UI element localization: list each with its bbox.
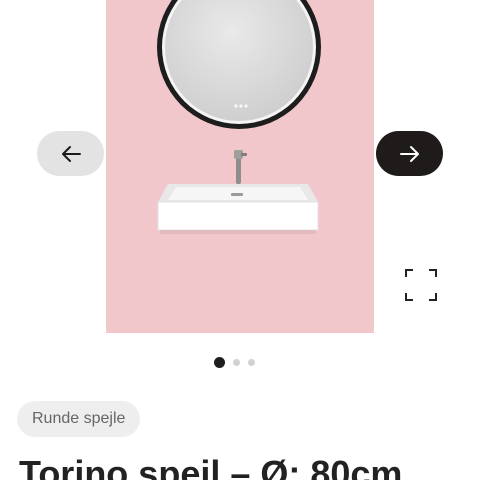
slide-dot-3[interactable] xyxy=(248,358,255,366)
product-title: Torino spejl – Ø: 80cm xyxy=(19,453,403,480)
product-page: Runde spejle Torino spejl – Ø: 80cm xyxy=(0,0,480,480)
slide-indicator xyxy=(214,356,255,368)
product-image-gallery xyxy=(106,0,374,333)
category-tag[interactable]: Runde spejle xyxy=(17,401,141,437)
arrow-right-icon xyxy=(399,145,419,162)
fullscreen-icon xyxy=(405,269,437,301)
previous-image-button[interactable] xyxy=(37,131,104,176)
product-photo[interactable] xyxy=(106,0,374,333)
arrow-left-icon xyxy=(61,145,81,162)
slide-dot-2[interactable] xyxy=(233,358,240,366)
slide-dot-1[interactable] xyxy=(214,356,225,368)
next-image-button[interactable] xyxy=(376,131,443,176)
fullscreen-button[interactable] xyxy=(404,268,438,302)
